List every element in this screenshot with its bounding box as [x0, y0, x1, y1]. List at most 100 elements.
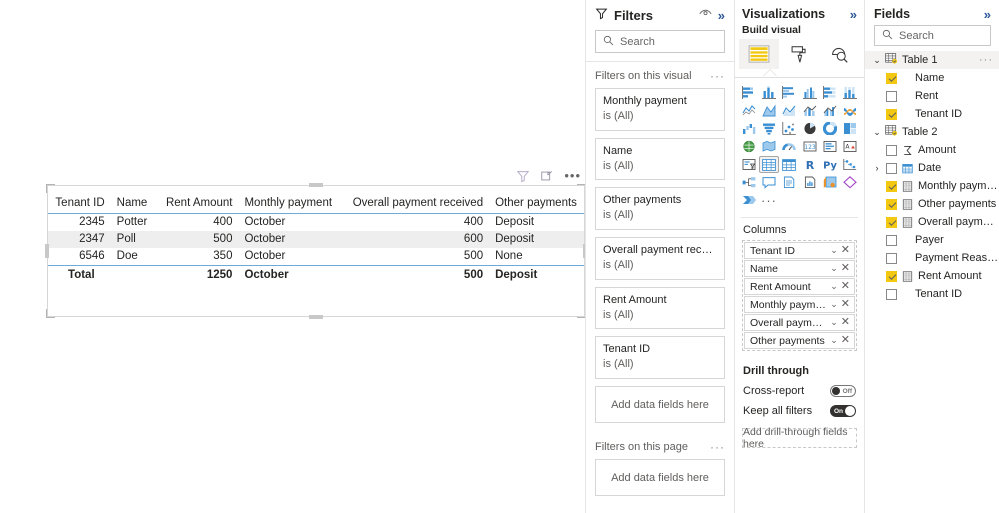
column-header[interactable]: Tenant ID — [48, 194, 111, 214]
field-checkbox[interactable] — [886, 216, 897, 228]
field-checkbox[interactable] — [886, 252, 897, 264]
chevron-down-icon[interactable]: ⌄ — [830, 299, 838, 310]
field-checkbox[interactable] — [886, 288, 897, 300]
field-checkbox[interactable] — [886, 72, 897, 84]
viz-area-chart[interactable] — [759, 102, 778, 119]
viz-stacked-bar-chart[interactable] — [739, 84, 758, 101]
filter-card[interactable]: Rent Amount is (All) — [595, 286, 725, 330]
viz-line-chart[interactable] — [739, 102, 758, 119]
table-more-icon[interactable]: ··· — [979, 54, 993, 65]
remove-field-icon[interactable]: ✕ — [841, 335, 850, 346]
table-row[interactable]: 6546 Doe 350 October 500 None — [48, 248, 584, 266]
column-header[interactable]: Monthly payment — [238, 194, 340, 214]
viz-line-clustered-column-chart[interactable] — [820, 102, 839, 119]
chevron-down-icon[interactable]: ⌄ — [830, 245, 838, 256]
table-visual-frame[interactable]: Tenant ID Name Rent Amount Monthly payme… — [47, 185, 585, 317]
field-item-rent-amount[interactable]: Rent Amount — [865, 267, 999, 285]
viz-power-apps-visual[interactable] — [820, 174, 839, 191]
column-header[interactable]: Name — [110, 194, 160, 214]
well-field-item[interactable]: Other payments ⌄ ✕ — [744, 332, 855, 349]
fields-table-table-2[interactable]: ⌄ Table 2 — [865, 123, 999, 141]
remove-field-icon[interactable]: ✕ — [841, 263, 850, 274]
remove-field-icon[interactable]: ✕ — [841, 281, 850, 292]
field-item-monthly-payment[interactable]: Monthly payment — [865, 177, 999, 195]
chevron-down-icon[interactable]: ⌄ — [873, 127, 881, 138]
field-item-overall-payment[interactable]: Overall payment ... — [865, 213, 999, 231]
viz-clustered-column-chart[interactable] — [800, 84, 819, 101]
viz-100-stacked-bar-chart[interactable] — [820, 84, 839, 101]
chevron-right-icon[interactable]: › — [873, 163, 881, 173]
field-checkbox[interactable] — [886, 162, 897, 174]
field-checkbox[interactable] — [886, 108, 897, 120]
viz-kpi[interactable]: A — [841, 138, 860, 155]
more-options-icon[interactable]: ••• — [564, 169, 581, 182]
viz-q-and-a[interactable] — [759, 174, 778, 191]
viz-r-script-visual[interactable]: R — [800, 156, 819, 173]
fields-search-box[interactable]: Search — [874, 25, 991, 46]
chevron-down-icon[interactable]: ⌄ — [830, 263, 838, 274]
resize-handle-left[interactable] — [45, 244, 49, 258]
filter-icon[interactable] — [516, 169, 530, 183]
columns-well[interactable]: Tenant ID ⌄ ✕ Name ⌄ ✕ Rent Amount ⌄ ✕ M… — [742, 240, 857, 351]
field-checkbox[interactable] — [886, 198, 897, 210]
viz-map[interactable] — [739, 138, 758, 155]
viz-clustered-bar-chart[interactable] — [780, 84, 799, 101]
field-checkbox[interactable] — [886, 90, 897, 102]
column-header[interactable]: Other payments — [489, 194, 584, 214]
hide-filter-pane-eye-icon[interactable] — [699, 8, 712, 22]
field-item-payer[interactable]: Payer — [865, 231, 999, 249]
field-item-tenant-id-2[interactable]: Tenant ID — [865, 285, 999, 303]
field-item-name[interactable]: Name — [865, 69, 999, 87]
tab-build-visual[interactable] — [739, 39, 780, 69]
well-field-item[interactable]: Name ⌄ ✕ — [744, 260, 855, 277]
viz-arcgis-maps[interactable] — [739, 192, 758, 209]
field-checkbox[interactable] — [886, 144, 897, 156]
table-row[interactable]: 2345 Potter 400 October 400 Deposit — [48, 214, 584, 232]
viz-matrix[interactable] — [780, 156, 799, 173]
table-row[interactable]: 2347 Poll 500 October 600 Deposit — [48, 231, 584, 248]
tab-analytics[interactable] — [820, 39, 860, 69]
viz-paginated-report[interactable] — [800, 174, 819, 191]
field-item-amount[interactable]: Amount — [865, 141, 999, 159]
viz-ribbon-chart[interactable] — [841, 102, 860, 119]
viz-gauge[interactable] — [780, 138, 799, 155]
viz-decomposition-tree[interactable] — [739, 174, 758, 191]
resize-handle-top-left[interactable] — [46, 184, 55, 193]
resize-handle-bottom-left[interactable] — [46, 309, 55, 318]
filters-visual-dropzone[interactable]: Add data fields here — [595, 386, 725, 424]
well-field-item[interactable]: Rent Amount ⌄ ✕ — [744, 278, 855, 295]
column-header[interactable]: Rent Amount — [159, 194, 239, 214]
drill-through-dropzone[interactable]: Add drill-through fields here — [742, 426, 857, 450]
chevron-down-icon[interactable]: ⌄ — [830, 317, 838, 328]
viz-multi-row-card[interactable] — [820, 138, 839, 155]
filter-card[interactable]: Tenant ID is (All) — [595, 336, 725, 380]
field-checkbox[interactable] — [886, 180, 897, 192]
resize-handle-top[interactable] — [309, 183, 323, 187]
collapse-fields-pane-icon[interactable]: » — [984, 8, 991, 21]
tab-format-visual[interactable] — [779, 39, 819, 69]
viz-narrative[interactable] — [780, 174, 799, 191]
viz-line-stacked-column-chart[interactable] — [800, 102, 819, 119]
field-item-date[interactable]: › Date — [865, 159, 999, 177]
chevron-down-icon[interactable]: ⌄ — [830, 335, 838, 346]
remove-field-icon[interactable]: ✕ — [841, 317, 850, 328]
viz-100-stacked-column-chart[interactable] — [841, 84, 860, 101]
chevron-down-icon[interactable]: ⌄ — [830, 281, 838, 292]
column-header[interactable]: Overall payment received — [339, 194, 490, 214]
field-item-payment-reason[interactable]: Payment Reason — [865, 249, 999, 267]
viz-treemap[interactable] — [841, 120, 860, 137]
viz-funnel-chart[interactable] — [759, 120, 778, 137]
viz-slicer[interactable] — [739, 156, 758, 173]
filter-card[interactable]: Name is (All) — [595, 137, 725, 181]
filters-search-box[interactable]: Search — [595, 30, 725, 53]
viz-stacked-column-chart[interactable] — [759, 84, 778, 101]
field-item-rent[interactable]: Rent — [865, 87, 999, 105]
cross-report-toggle[interactable]: Off — [830, 385, 856, 397]
field-item-tenant-id[interactable]: Tenant ID — [865, 105, 999, 123]
viz-table[interactable] — [759, 156, 779, 173]
filters-page-dropzone[interactable]: Add data fields here — [595, 459, 725, 497]
report-canvas[interactable]: ••• Tenant ID Name Rent Amount Monthly p… — [0, 0, 587, 513]
well-field-item[interactable]: Tenant ID ⌄ ✕ — [744, 242, 855, 259]
remove-field-icon[interactable]: ✕ — [841, 245, 850, 256]
viz-python-visual[interactable]: Py — [820, 156, 839, 173]
